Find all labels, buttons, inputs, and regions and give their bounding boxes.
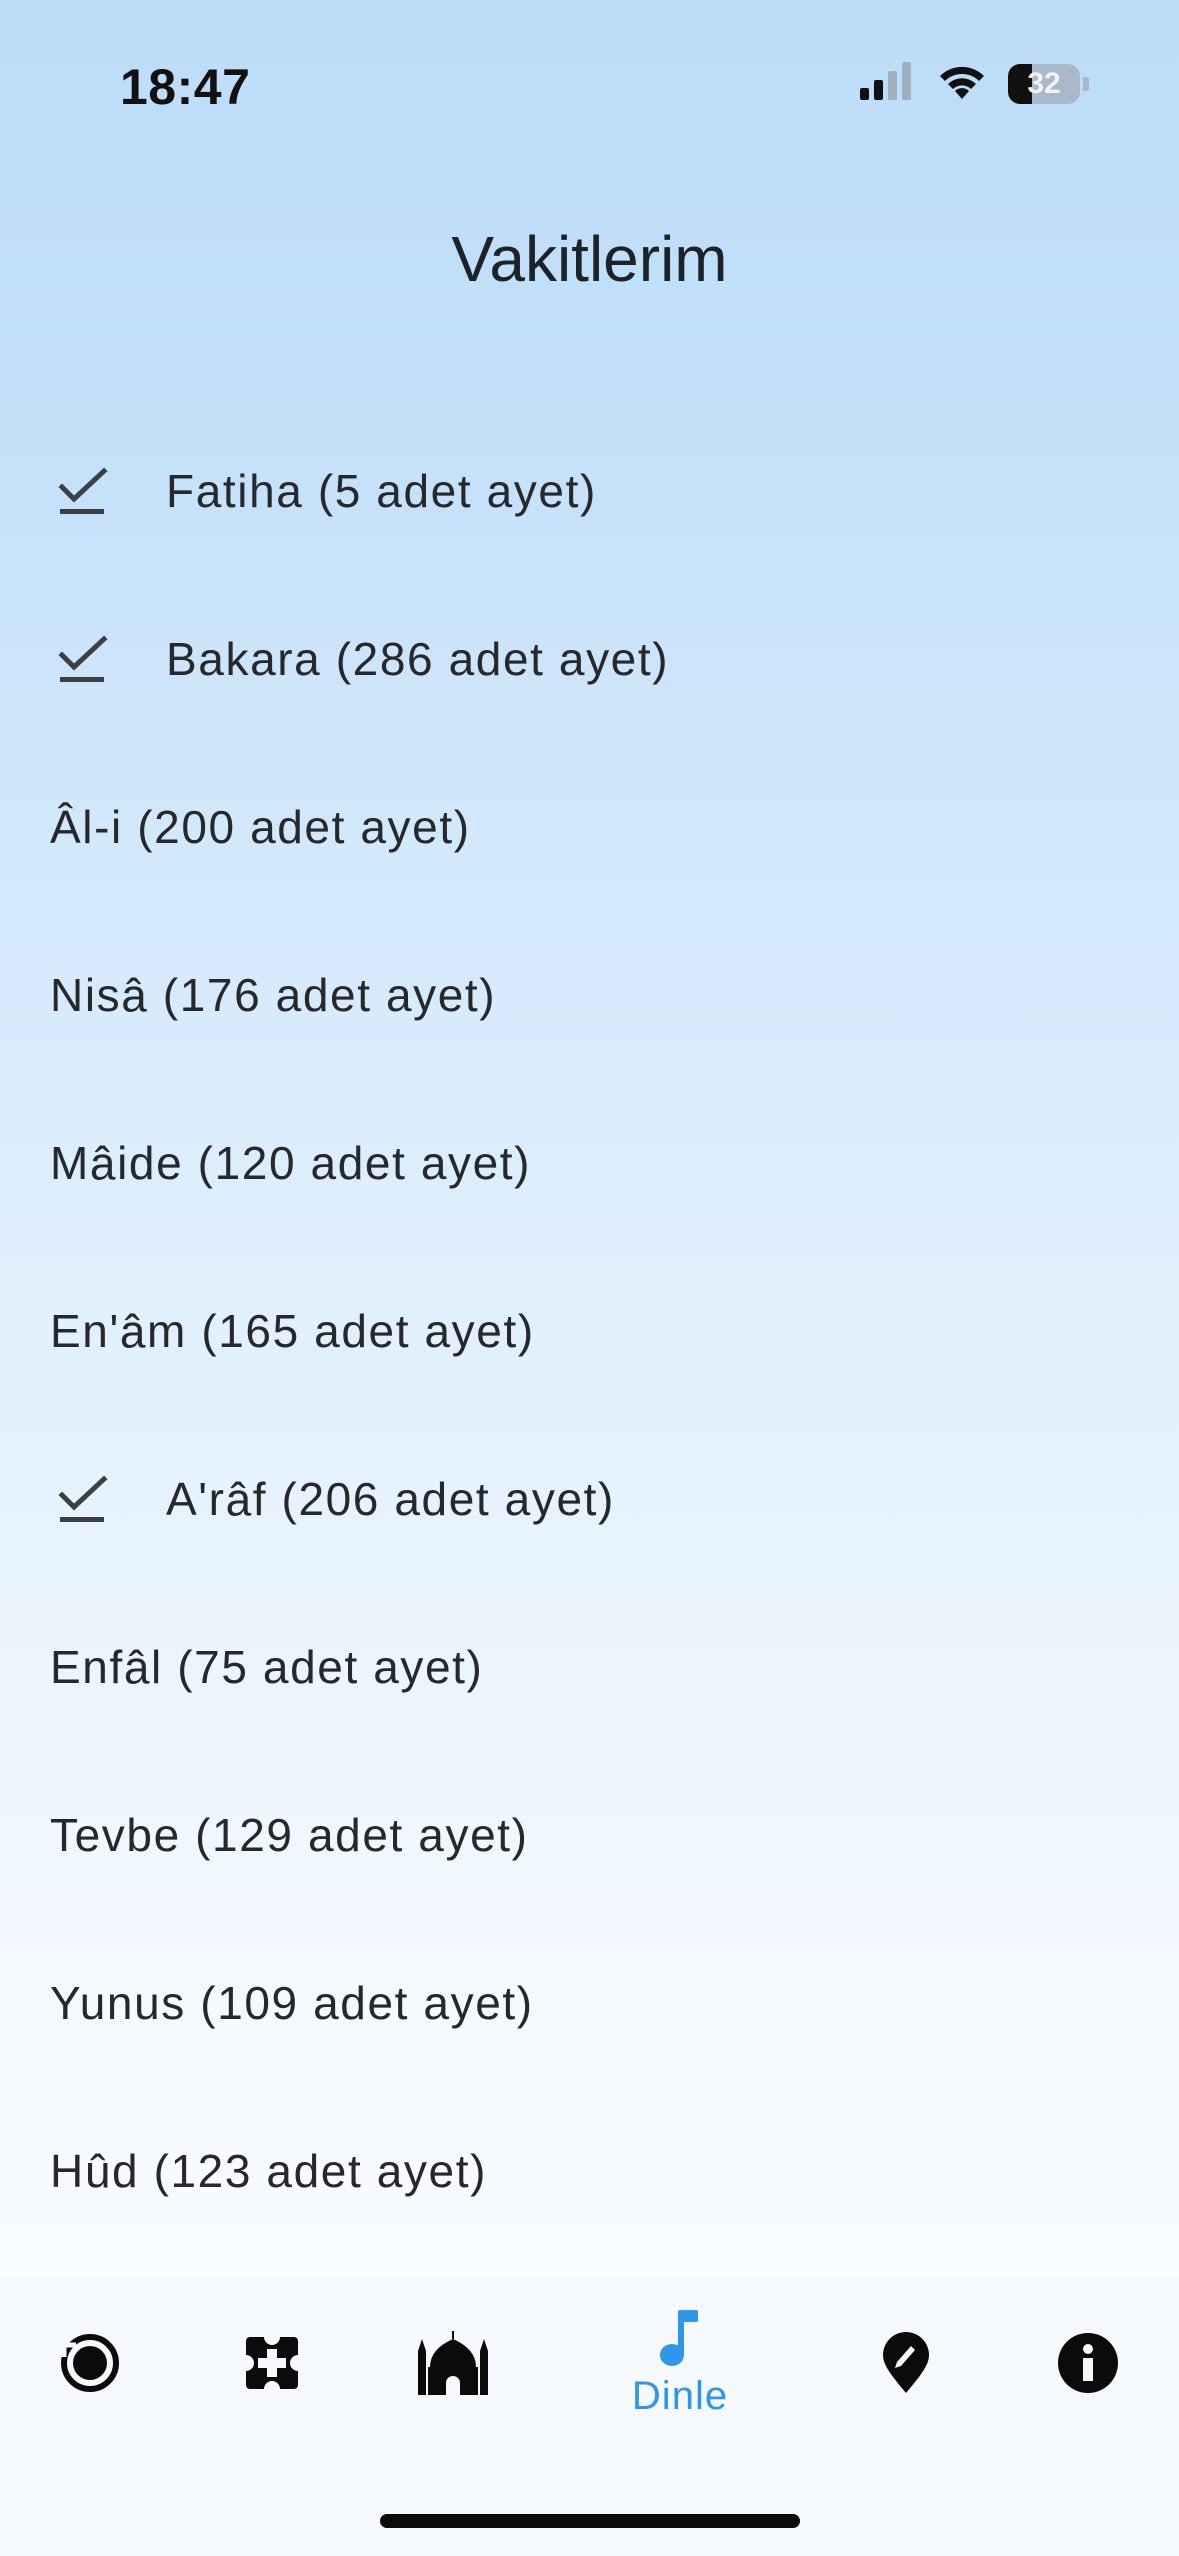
nav-item-mosque[interactable] xyxy=(373,2278,533,2448)
home-indicator[interactable] xyxy=(380,2514,800,2528)
list-item[interactable]: Mâide (120 adet ayet) xyxy=(0,1079,1179,1247)
nav-item-target[interactable] xyxy=(10,2278,170,2448)
music-note-icon xyxy=(658,2308,702,2368)
status-time: 18:47 xyxy=(120,59,251,115)
status-icons: 32 xyxy=(860,62,1089,105)
wifi-icon xyxy=(938,63,986,104)
check-icon xyxy=(56,463,112,519)
list-item[interactable]: Nisâ (176 adet ayet) xyxy=(0,911,1179,1079)
check-icon xyxy=(56,1471,112,1527)
info-icon xyxy=(1057,2332,1119,2394)
list-item[interactable]: Yunus (109 adet ayet) xyxy=(0,1919,1179,2087)
list-item-label: Enfâl (75 adet ayet) xyxy=(50,1641,484,1693)
list-item-label: Nisâ (176 adet ayet) xyxy=(50,969,497,1021)
list-item-label: Fatiha (5 adet ayet) xyxy=(166,465,597,517)
list-item-label: Âl-i (200 adet ayet) xyxy=(50,801,471,853)
counter-icon xyxy=(242,2333,302,2393)
list-item-label: Yunus (109 adet ayet) xyxy=(50,1977,534,2029)
list-item[interactable]: Tevbe (129 adet ayet) xyxy=(0,1751,1179,1919)
nav-item-dinle[interactable]: Dinle xyxy=(600,2278,760,2448)
list-item-label: Tevbe (129 adet ayet) xyxy=(50,1809,529,1861)
page-title: Vakitlerim xyxy=(451,223,728,295)
list-item[interactable]: A'râf (206 adet ayet) xyxy=(0,1415,1179,1583)
list-item-label: Bakara (286 adet ayet) xyxy=(166,633,670,685)
list-item[interactable]: Enfâl (75 adet ayet) xyxy=(0,1583,1179,1751)
list-item-label: En'âm (165 adet ayet) xyxy=(50,1305,535,1357)
list-item-label: Hûd (123 adet ayet) xyxy=(50,2145,487,2197)
compass-pin-icon xyxy=(881,2331,931,2395)
nav-label-dinle: Dinle xyxy=(631,2373,729,2418)
list-item-label: Mâide (120 adet ayet) xyxy=(50,1137,532,1189)
nav-item-compass[interactable] xyxy=(826,2278,986,2448)
list-item[interactable]: Hûd (123 adet ayet) xyxy=(0,2087,1179,2255)
status-bar: 18:47 32 xyxy=(0,0,1179,170)
check-icon xyxy=(56,631,112,687)
nav-item-info[interactable] xyxy=(1008,2278,1168,2448)
list-item[interactable]: Bakara (286 adet ayet) xyxy=(0,575,1179,743)
cellular-signal-icon xyxy=(860,62,916,105)
list-item[interactable]: Âl-i (200 adet ayet) xyxy=(0,743,1179,911)
list-item[interactable]: En'âm (165 adet ayet) xyxy=(0,1247,1179,1415)
nav-item-counter[interactable] xyxy=(192,2278,352,2448)
battery-icon: 32 xyxy=(1008,63,1089,104)
surah-list: Fatiha (5 adet ayet) Bakara (286 adet ay… xyxy=(0,407,1179,2255)
mosque-icon xyxy=(416,2331,490,2395)
list-item-label: A'râf (206 adet ayet) xyxy=(166,1473,615,1525)
target-circle-icon xyxy=(58,2331,122,2395)
list-item[interactable]: Fatiha (5 adet ayet) xyxy=(0,407,1179,575)
battery-level: 32 xyxy=(1027,66,1061,100)
